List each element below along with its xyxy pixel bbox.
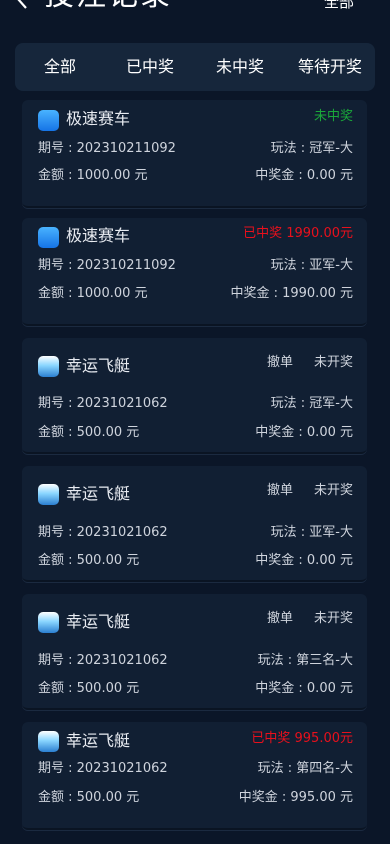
prize-text: 中奖金 : 0.00 元 (255, 681, 353, 696)
game-name: 幸运飞艇 (66, 356, 131, 375)
play-text: 玩法 : 亚军-大 (270, 525, 353, 540)
period-text: 期号 : 202310211092 (38, 141, 176, 156)
status-text: 已中奖 1990.00元 (243, 226, 353, 241)
status-text: 已中奖 995.00元 (251, 731, 353, 746)
lucky-airship-logo-icon (38, 612, 59, 633)
cancel-bet-button[interactable]: 撤单 (267, 354, 293, 372)
cancel-bet-button[interactable]: 撤单 (267, 610, 293, 628)
play-text: 玩法 : 亚军-大 (270, 258, 353, 273)
lucky-airship-logo-icon (38, 356, 59, 377)
speed-racing-logo-icon (38, 110, 59, 131)
prize-text: 中奖金 : 0.00 元 (255, 425, 353, 440)
play-text: 玩法 : 冠军-大 (270, 141, 353, 156)
play-text: 玩法 : 第四名-大 (257, 761, 353, 776)
game-name: 幸运飞艇 (66, 612, 131, 631)
prize-text: 中奖金 : 995.00 元 (238, 790, 353, 805)
status-tabs: 全部 已中奖 未中奖 等待开奖 (15, 43, 375, 91)
game-name: 幸运飞艇 (66, 731, 131, 750)
period-text: 期号 : 20231021062 (38, 653, 168, 668)
bet-card[interactable]: 幸运飞艇 撤单 未开奖 期号 : 20231021062 玩法 : 冠军-大 金… (22, 338, 367, 454)
back-arrow-icon[interactable] (12, 0, 34, 12)
amount-text: 金额 : 500.00 元 (38, 553, 140, 568)
period-text: 期号 : 20231021062 (38, 525, 168, 540)
tab-lost[interactable]: 未中奖 (195, 43, 285, 91)
period-text: 期号 : 20231021062 (38, 396, 168, 411)
tab-pending[interactable]: 等待开奖 (285, 43, 375, 91)
lucky-airship-logo-icon (38, 731, 59, 752)
page-title: 投注记录 (44, 0, 172, 14)
amount-text: 金额 : 500.00 元 (38, 425, 140, 440)
game-name: 极速赛车 (66, 226, 131, 245)
bet-card[interactable]: 幸运飞艇 撤单 未开奖 期号 : 20231021062 玩法 : 第三名-大 … (22, 594, 367, 710)
header: 投注记录 全部 (0, 0, 390, 22)
prize-text: 中奖金 : 0.00 元 (255, 553, 353, 568)
bet-card[interactable]: 极速赛车 未中奖 期号 : 202310211092 玩法 : 冠军-大 金额 … (22, 100, 367, 208)
game-name: 极速赛车 (66, 109, 131, 128)
game-name: 幸运飞艇 (66, 484, 131, 503)
period-text: 期号 : 202310211092 (38, 258, 176, 273)
status-text: 未开奖 (313, 611, 353, 626)
speed-racing-logo-icon (38, 227, 59, 248)
lucky-airship-logo-icon (38, 484, 59, 505)
play-text: 玩法 : 第三名-大 (257, 653, 353, 668)
tab-all[interactable]: 全部 (15, 43, 105, 91)
bet-card[interactable]: 幸运飞艇 已中奖 995.00元 期号 : 20231021062 玩法 : 第… (22, 722, 367, 830)
play-text: 玩法 : 冠军-大 (270, 396, 353, 411)
prize-text: 中奖金 : 0.00 元 (255, 168, 353, 183)
amount-text: 金额 : 500.00 元 (38, 790, 140, 805)
status-text: 未开奖 (313, 483, 353, 498)
filter-dropdown[interactable]: 全部 (324, 0, 354, 12)
status-text: 未开奖 (313, 355, 353, 370)
status-text: 未中奖 (313, 109, 353, 124)
amount-text: 金额 : 1000.00 元 (38, 168, 148, 183)
amount-text: 金额 : 1000.00 元 (38, 286, 148, 301)
prize-text: 中奖金 : 1990.00 元 (230, 286, 353, 301)
tab-won[interactable]: 已中奖 (105, 43, 195, 91)
bet-card[interactable]: 幸运飞艇 撤单 未开奖 期号 : 20231021062 玩法 : 亚军-大 金… (22, 466, 367, 582)
cancel-bet-button[interactable]: 撤单 (267, 482, 293, 500)
bet-card[interactable]: 极速赛车 已中奖 1990.00元 期号 : 202310211092 玩法 :… (22, 218, 367, 326)
period-text: 期号 : 20231021062 (38, 761, 168, 776)
amount-text: 金额 : 500.00 元 (38, 681, 140, 696)
